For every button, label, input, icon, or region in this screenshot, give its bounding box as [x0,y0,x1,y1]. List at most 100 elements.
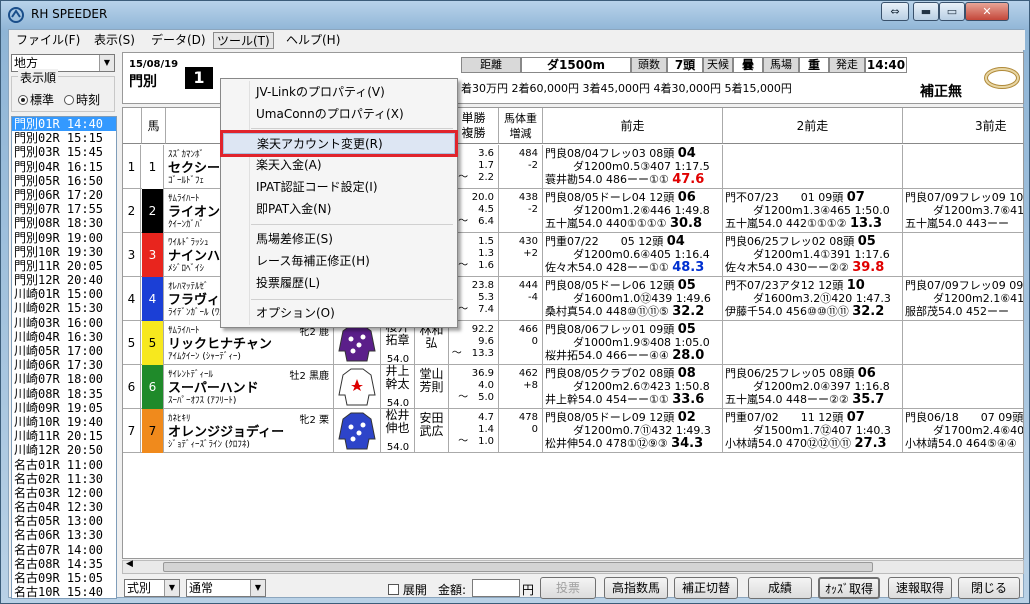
menu-item-track-bias[interactable]: 馬場差修正(S) [223,229,455,250]
race-list-item[interactable]: 川崎09R 19:05 [12,401,116,415]
race-list-item[interactable]: 川崎07R 18:00 [12,372,116,386]
menu-item-sokupat-deposit[interactable]: 即PAT入金(N) [223,199,455,220]
race-list-item[interactable]: 名古04R 12:30 [12,500,116,514]
race-list-item[interactable]: 門別12R 20:40 [12,273,116,287]
prev-race-cell[interactable]: 門良07/09フレッ09 09頭 ダ1200m2.1⑥416 1:服部茂54.0… [903,277,1023,321]
chevron-down-icon[interactable]: ▼ [250,580,265,596]
race-list-item[interactable]: 門別08R 18:30 [12,216,116,230]
menu-item-options[interactable]: オプション(O) [223,303,455,324]
race-list-item[interactable]: 門別01R 14:40 [12,117,116,132]
get-odds-button[interactable]: ｵｯｽﾞ取得 [818,577,880,599]
race-list-item[interactable]: 門別10R 19:30 [12,245,116,259]
prev-race-cell[interactable]: 門良06/18 07 09頭 ダ1700m2.4⑥405 1:小林靖54.0 4… [903,409,1023,453]
race-list-item[interactable]: 名古10R 15:40 [12,585,116,598]
restore-layout-button[interactable]: ⇔ [881,2,909,21]
race-list-item[interactable]: 門別04R 16:15 [12,160,116,174]
race-list-item[interactable]: 名古09R 15:05 [12,571,116,585]
horse-name-cell[interactable]: ｻｲﾚﾝﾄﾃﾞｨｰﾙ 牡2 黒鹿 スーパーハンド ｽｰﾊﾟｰｵﾌｽ (ｱﾌﾘｰﾄ) [166,365,334,409]
menu-view[interactable]: 表示(S) [91,32,138,49]
prev-race-cell[interactable]: 門不07/23 01 09頭 07 ダ1200m1.3④465 1:50.0 五十嵐… [723,189,903,233]
radio-standard[interactable]: 標準 [18,91,54,108]
race-list-item[interactable]: 名古06R 13:30 [12,528,116,542]
radio-standard-label: 標準 [30,93,55,107]
table-row[interactable]: 6 6 ｻｲﾚﾝﾄﾃﾞｨｰﾙ 牡2 黒鹿 スーパーハンド ｽｰﾊﾟｰｵﾌｽ (ｱﾌﾘｰﾄ)… [123,365,1023,409]
race-list-item[interactable]: 川崎04R 16:30 [12,330,116,344]
race-list-item[interactable]: 川崎11R 20:15 [12,429,116,443]
scroll-thumb[interactable] [163,562,873,572]
get-quick-results-button[interactable]: 速報取得 [888,577,952,599]
race-list-item[interactable]: 川崎02R 15:30 [12,301,116,315]
menu-file[interactable]: ファイル(F) [13,32,83,49]
close-window-button[interactable]: ✕ [965,2,1009,21]
prev-race-cell[interactable]: 門重07/02 11 12頭 07 ダ1500m1.7⑫407 1:40.3 小林靖… [723,409,903,453]
race-list-item[interactable]: 門別02R 15:15 [12,131,116,145]
expand-checkbox[interactable]: 展開 [388,581,427,598]
results-button[interactable]: 成績 [748,577,812,599]
prev-race-cell[interactable]: 門良08/06フレッ01 09頭 05 ダ1000m1.9⑤408 1:05.0 桜… [543,321,723,365]
menu-help[interactable]: ヘルプ(H) [283,32,343,49]
race-list-item[interactable]: 名古08R 14:35 [12,557,116,571]
weight-change: +8 [523,380,538,391]
menu-tools[interactable]: ツール(T) [213,32,274,49]
race-list-item[interactable]: 川崎06R 17:30 [12,358,116,372]
scroll-left-icon[interactable]: ◀ [126,559,133,569]
maximize-button[interactable]: ▭ [939,2,965,21]
high-index-button[interactable]: 高指数馬 [604,577,668,599]
menu-item-vote-history[interactable]: 投票履歴(L) [223,273,455,294]
prev-race-cell[interactable]: 門良08/05ドーレ04 12頭 06 ダ1200m1.2⑥446 1:49.8 五… [543,189,723,233]
bet-mode-select[interactable]: 通常 ▼ [186,579,266,597]
race-list-item[interactable]: 名古02R 11:30 [12,472,116,486]
radio-time[interactable]: 時刻 [64,91,100,108]
prev-race-cell[interactable]: 門良08/05クラブ02 08頭 08 ダ1200m2.6⑦423 1:50.8 井… [543,365,723,409]
prev-race-speed-index: 30.8 [669,216,703,231]
race-list-item[interactable]: 川崎05R 17:00 [12,344,116,358]
menu-item-umaconn-properties[interactable]: UmaConnのプロパティ(X) [223,104,455,125]
prev-race-cell[interactable]: 門良06/25フレッ05 08頭 06 ダ1200m2.0④397 1:16.8 五… [723,365,903,409]
table-row[interactable]: 7 7 ｶﾈﾋｷﾘ 牝2 栗オレンジジョディー ｼﾞｮﾃﾞｨｰｽﾞﾗｲﾝ (ｸﾛﾌﾈ) 松… [123,409,1023,453]
menu-item-race-correction[interactable]: レース毎補正修正(H) [223,251,455,272]
menu-data[interactable]: データ(D) [148,32,209,49]
order-label: 表示順 [18,69,59,86]
prev-race-cell[interactable]: 門良08/05ドーレ06 12頭 05 ダ1600m1.0⑫439 1:49.6 桑… [543,277,723,321]
menu-item-jvlink-properties[interactable]: JV-Linkのプロパティ(V) [223,82,455,103]
prev-race-cell[interactable]: 門不07/23アタ12 12頭 10 ダ1600m3.2⑪420 1:47.3 伊藤… [723,277,903,321]
vote-button[interactable]: 投票 [540,577,596,599]
race-list-item[interactable]: 名古03R 12:00 [12,486,116,500]
race-list-item[interactable]: 名古01R 11:00 [12,458,116,472]
minimize-button[interactable]: ▬ [913,2,939,21]
race-list-item[interactable]: 川崎10R 19:40 [12,415,116,429]
toggle-correction-button[interactable]: 補正切替 [674,577,738,599]
race-list-item[interactable]: 門別05R 16:50 [12,174,116,188]
close-button[interactable]: 閉じる [958,577,1020,599]
prev-race-cell[interactable]: 門良06/25フレッ02 08頭 05 ダ1200m1.4①391 1:17.6 佐… [723,233,903,277]
prev-race-cell[interactable]: 門良08/05ドーレ09 12頭 02 ダ1200m0.7⑪432 1:49.3 松… [543,409,723,453]
prev-race-jockey: 佐々木54.0 430ーー②② 39.8 [725,260,885,275]
prev-race-cell[interactable]: 門良07/09フレッ09 10頭 ダ1200m3.7⑥413 1:五十嵐54.0… [903,189,1023,233]
title-bar[interactable]: RH SPEEDER ⇔ ▬ ▭ ✕ [1,1,1030,29]
race-list-item[interactable]: 川崎01R 15:00 [12,287,116,301]
race-list-item[interactable]: 門別06R 17:20 [12,188,116,202]
menu-item-rakuten-deposit[interactable]: 楽天入金(A) [223,155,455,176]
weather-label: 天候 [703,57,733,73]
prev-race-cell[interactable]: 門良08/04フレッ03 08頭 04 ダ1200m0.5③407 1:17.5 蓑… [543,145,723,189]
race-list-item[interactable]: 門別03R 15:45 [12,145,116,159]
race-list[interactable]: 門別01R 14:40 門別02R 15:15 門別03R 15:45 門別04R 1… [11,116,117,599]
race-list-item[interactable]: 名古05R 13:00 [12,514,116,528]
race-list-item[interactable]: 門別09R 19:00 [12,231,116,245]
chevron-down-icon[interactable]: ▼ [164,580,179,596]
horse-name-cell[interactable]: ｶﾈﾋｷﾘ 牝2 栗オレンジジョディー ｼﾞｮﾃﾞｨｰｽﾞﾗｲﾝ (ｸﾛﾌﾈ) [166,409,334,453]
bet-type-select[interactable]: 式別 ▼ [124,579,180,597]
race-list-item[interactable]: 川崎12R 20:50 [12,443,116,457]
race-list-item[interactable]: 名古07R 14:00 [12,543,116,557]
race-list-item[interactable]: 門別07R 17:55 [12,202,116,216]
race-list-item[interactable]: 川崎08R 18:35 [12,387,116,401]
menu-item-rakuten-account[interactable]: 楽天アカウント変更(R) [220,130,458,157]
menu-item-ipat-auth[interactable]: IPAT認証コード設定(I) [223,177,455,198]
prev-race-cell[interactable]: 門重07/22 05 12頭 04 ダ1200m0.6④405 1:16.4 佐々木… [543,233,723,277]
amount-input[interactable] [472,579,520,597]
frame-number: 3 [123,233,141,277]
chevron-down-icon[interactable]: ▼ [99,55,114,71]
race-list-item[interactable]: 門別11R 20:05 [12,259,116,273]
horizontal-scrollbar[interactable]: ◀ [122,559,1024,574]
race-list-item[interactable]: 川崎03R 16:00 [12,316,116,330]
